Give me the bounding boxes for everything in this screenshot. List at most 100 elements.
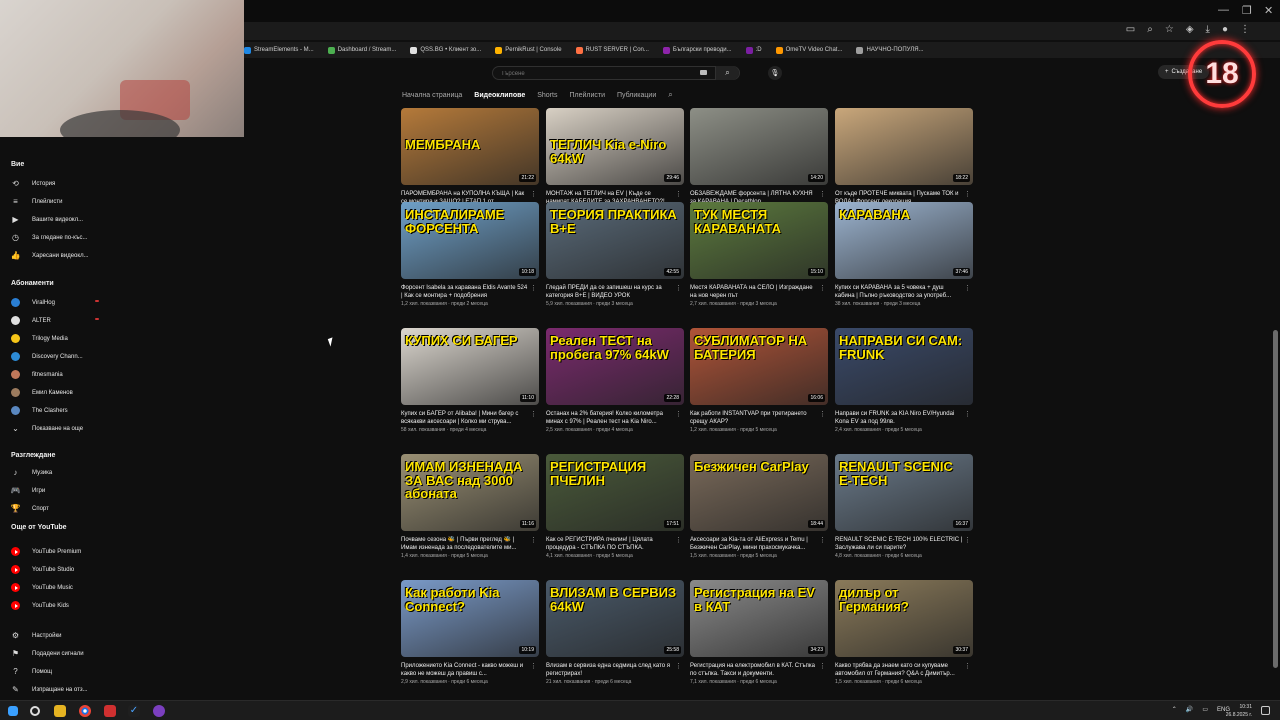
video-title[interactable]: Как работи INSTANTVAP при третирането ср… bbox=[690, 410, 818, 426]
sidebar-item[interactable]: ViralHog bbox=[11, 298, 99, 307]
bookmark-item[interactable]: PernikRust | Console bbox=[495, 46, 562, 54]
sidebar-item[interactable]: ⌄ Показване на още bbox=[11, 424, 83, 433]
more-options-icon[interactable]: ⋮ bbox=[530, 662, 537, 670]
channel-tab[interactable]: Shorts bbox=[537, 92, 557, 99]
more-options-icon[interactable]: ⋮ bbox=[675, 662, 682, 670]
video-card[interactable]: КАРАВАНА 37:46 Купих си КАРАВАНА за 5 чове… bbox=[835, 202, 973, 310]
video-title[interactable]: Форсент Isabela за каравана Eldis Avante… bbox=[401, 284, 529, 300]
channel-tab[interactable]: Начална страница bbox=[402, 92, 462, 99]
search-button[interactable]: ⌕ bbox=[715, 66, 739, 80]
chevron-up-icon[interactable]: ⌃ bbox=[1172, 706, 1177, 713]
more-options-icon[interactable]: ⋮ bbox=[819, 662, 826, 670]
sidebar-item[interactable]: 🎮 Игри bbox=[11, 486, 46, 495]
bookmark-item[interactable]: QSS.BG • Клиент зо... bbox=[410, 46, 481, 54]
channel-tab[interactable]: Публикации bbox=[617, 92, 656, 99]
video-thumbnail[interactable]: ИНСТАЛИРАМЕ ФОРСЕНТА 10:18 bbox=[401, 202, 539, 279]
video-card[interactable]: Реален ТЕСТ на пробега 97% 64kW 22:28 Оста… bbox=[546, 328, 684, 436]
video-title[interactable]: Местя КАРАВАНАТА на СЕЛО | Изграждане на… bbox=[690, 284, 818, 300]
sidebar-item[interactable]: ♪ Музика bbox=[11, 468, 53, 477]
video-thumbnail[interactable]: ТЕГЛИЧ Kia e-Niro 64kW 29:46 bbox=[546, 108, 684, 185]
bookmark-item[interactable]: OmeTV Video Chat... bbox=[775, 46, 842, 54]
sidebar-item[interactable]: ≡ Плейлисти bbox=[11, 197, 62, 206]
video-card[interactable]: дилър от Германия? 30:37 Какво трябва да з… bbox=[835, 580, 973, 688]
clock[interactable]: 10:31 26.8.2025 г. bbox=[1226, 703, 1252, 719]
video-thumbnail[interactable]: КАРАВАНА 37:46 bbox=[835, 202, 973, 279]
video-title[interactable]: RENAULT SCENIC E-TECH 100% ELECTRIC | За… bbox=[835, 536, 963, 552]
sidebar-item[interactable]: 🏆 Спорт bbox=[11, 504, 49, 513]
video-thumbnail[interactable]: Безжичен CarPlay 18:44 bbox=[690, 454, 828, 531]
more-options-icon[interactable]: ⋮ bbox=[530, 410, 537, 418]
video-thumbnail[interactable]: ИМАМ ИЗНЕНАДА ЗА ВАС над 3000 абоната 11:… bbox=[401, 454, 539, 531]
video-thumbnail[interactable]: 14:20 bbox=[690, 108, 828, 185]
sidebar-item[interactable]: ALTER bbox=[11, 316, 99, 325]
bookmark-item[interactable]: Български преводи... bbox=[662, 46, 732, 54]
more-options-icon[interactable]: ⋮ bbox=[964, 662, 971, 670]
cast-icon[interactable]: ▭ bbox=[1126, 24, 1135, 35]
video-card[interactable]: ВЛИЗАМ В СЕРВИЗ 64kW 25:58 Влизам в сервиз… bbox=[546, 580, 684, 688]
sidebar-item[interactable]: Discovery Chann... bbox=[11, 352, 83, 361]
channel-tab[interactable]: Плейлисти bbox=[569, 92, 605, 99]
video-card[interactable]: СУБЛИМАТОР НА БАТЕРИЯ 16:06 Как работи INS… bbox=[690, 328, 828, 436]
extensions-icon[interactable]: ◈ bbox=[1186, 24, 1194, 35]
bookmark-item[interactable]: НАУЧНО-ПОПУЛЯ... bbox=[856, 46, 924, 54]
sidebar-item[interactable]: Емил Каменов bbox=[11, 388, 73, 397]
bookmark-item[interactable]: :D bbox=[745, 46, 762, 54]
video-title[interactable]: Как се РЕГИСТРИРА пчелин! | Цялата проце… bbox=[546, 536, 674, 552]
sidebar-item[interactable]: YouTube Music bbox=[11, 583, 73, 592]
video-card[interactable]: Как работи Kia Connect? 10:19 Приложението… bbox=[401, 580, 539, 688]
close-icon[interactable]: ✕ bbox=[1264, 4, 1273, 17]
video-title[interactable]: Гледай ПРЕДИ да се запишеш на курс за ка… bbox=[546, 284, 674, 300]
messenger-icon[interactable] bbox=[153, 705, 165, 717]
sidebar-item[interactable]: YouTube Kids bbox=[11, 601, 69, 610]
channel-tab[interactable]: Видеоклипове bbox=[474, 92, 525, 99]
video-card[interactable]: Регистрация на EV в КАТ 34:23 Регистрация … bbox=[690, 580, 828, 688]
sidebar-item[interactable]: ✎ Изпращане на отз... bbox=[11, 685, 87, 694]
windows-start-icon[interactable] bbox=[8, 706, 18, 716]
recorder-icon[interactable] bbox=[104, 705, 116, 717]
sidebar-subscriptions-heading[interactable]: Абонаменти bbox=[11, 280, 54, 287]
profile-icon[interactable]: ● bbox=[1222, 24, 1228, 35]
more-options-icon[interactable]: ⋮ bbox=[675, 284, 682, 292]
minimize-icon[interactable]: — bbox=[1218, 4, 1229, 16]
video-card[interactable]: ТУК МЕСТЯ КАРАВАНАТА 15:10 Местя КАРАВАНАТ… bbox=[690, 202, 828, 310]
video-title[interactable]: Аксесоари за Kia-та от AliExpress и Temu… bbox=[690, 536, 818, 552]
more-options-icon[interactable]: ⋮ bbox=[819, 190, 826, 198]
video-thumbnail[interactable]: 18:22 bbox=[835, 108, 973, 185]
video-thumbnail[interactable]: RENAULT SCENIC E-TECH 16:37 bbox=[835, 454, 973, 531]
video-thumbnail[interactable]: Регистрация на EV в КАТ 34:23 bbox=[690, 580, 828, 657]
more-options-icon[interactable]: ⋮ bbox=[819, 284, 826, 292]
sidebar-item[interactable]: ? Помощ bbox=[11, 667, 52, 676]
video-thumbnail[interactable]: Как работи Kia Connect? 10:19 bbox=[401, 580, 539, 657]
video-thumbnail[interactable]: дилър от Германия? 30:37 bbox=[835, 580, 973, 657]
video-thumbnail[interactable]: ТУК МЕСТЯ КАРАВАНАТА 15:10 bbox=[690, 202, 828, 279]
sidebar-item[interactable]: YouTube Studio bbox=[11, 565, 74, 574]
sidebar-you-heading[interactable]: Вие bbox=[11, 161, 24, 168]
bookmark-item[interactable]: StreamElements - M... bbox=[244, 46, 314, 54]
sidebar-item[interactable]: ⚑ Подадени сигнали bbox=[11, 649, 84, 658]
search-input[interactable] bbox=[501, 68, 701, 79]
more-options-icon[interactable]: ⋮ bbox=[530, 190, 537, 198]
video-title[interactable]: Влизам в сервиза една седмица след като … bbox=[546, 662, 674, 678]
video-title[interactable]: Купих си БАГЕР от Alibaba! | Мини багер … bbox=[401, 410, 529, 426]
video-card[interactable]: ИМАМ ИЗНЕНАДА ЗА ВАС над 3000 абоната 11:… bbox=[401, 454, 539, 562]
video-thumbnail[interactable]: РЕГИСТРАЦИЯ ПЧЕЛИН 17:51 bbox=[546, 454, 684, 531]
sidebar-browse-heading[interactable]: Разглеждане bbox=[11, 452, 55, 459]
network-icon[interactable]: ▭ bbox=[1202, 706, 1208, 713]
video-card[interactable]: КУПИХ СИ БАГЕР 11:10 Купих си БАГЕР от Ali… bbox=[401, 328, 539, 436]
zoom-icon[interactable]: ⌕ bbox=[1147, 24, 1153, 35]
sidebar-item[interactable]: The Clashers bbox=[11, 406, 68, 415]
keyboard-icon[interactable] bbox=[700, 70, 707, 75]
notification-icon[interactable] bbox=[1261, 706, 1270, 715]
bookmark-item[interactable]: Dashboard / Stream... bbox=[327, 46, 396, 54]
video-thumbnail[interactable]: МЕМБРАНА 21:22 bbox=[401, 108, 539, 185]
bookmark-item[interactable]: RUST SERVER | Con... bbox=[575, 46, 649, 54]
video-thumbnail[interactable]: ТЕОРИЯ ПРАКТИКА B+E 42:55 bbox=[546, 202, 684, 279]
sidebar-item[interactable]: Trilogy Media bbox=[11, 334, 68, 343]
more-options-icon[interactable]: ⋮ bbox=[819, 410, 826, 418]
channel-search-icon[interactable]: ⌕ bbox=[668, 90, 672, 100]
video-card[interactable]: НАПРАВИ СИ САМ: FRUNK Направи си FRUNK за… bbox=[835, 328, 973, 436]
video-title[interactable]: Почваме сезона 🐝 | Първи преглед 🐝 | Има… bbox=[401, 536, 529, 552]
more-options-icon[interactable]: ⋮ bbox=[675, 536, 682, 544]
video-title[interactable]: Направи си FRUNK за KIA Niro EV/Hyundai … bbox=[835, 410, 963, 426]
more-options-icon[interactable]: ⋮ bbox=[530, 284, 537, 292]
